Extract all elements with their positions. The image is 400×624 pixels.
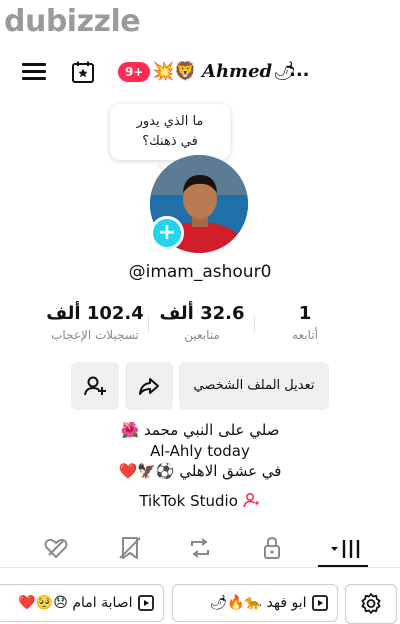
status-bubble[interactable]: ما الذي يدور في ذهنك؟ (110, 104, 230, 160)
add-user-icon (84, 376, 106, 396)
tab-private-icon[interactable] (258, 534, 286, 562)
bio-line: Al-Ahly today (150, 442, 250, 460)
profile-tabs (0, 530, 400, 566)
tiktok-studio-label: TikTok Studio (139, 492, 238, 510)
playlist-chip[interactable]: ابو فهد 🐆🔥🌶 (172, 584, 338, 622)
menu-icon[interactable] (22, 63, 46, 81)
likes-count: 102.4 ألف (46, 303, 144, 324)
tabs-divider (0, 567, 400, 568)
settings-chip[interactable] (345, 584, 397, 624)
tab-reposts-icon[interactable] (186, 534, 214, 562)
notification-badge[interactable]: 9+ (118, 62, 151, 82)
edit-profile-button[interactable]: تعديل الملف الشخصي (179, 362, 329, 410)
followers-stat[interactable]: 32.6 ألف متابعين (147, 302, 257, 344)
playlist-icon (138, 595, 154, 611)
share-icon (139, 378, 159, 395)
gear-icon (361, 593, 381, 614)
tiktok-studio-link[interactable]: TikTok Studio (0, 490, 400, 512)
bio-line: في عشق الاهلي ⚽🦅❤️ (118, 462, 282, 480)
tab-liked-icon[interactable] (42, 534, 70, 562)
tab-videos-grid-icon[interactable] (330, 534, 362, 562)
followers-count: 32.6 ألف (159, 303, 245, 324)
edit-profile-label: تعديل الملف الشخصي (193, 378, 315, 393)
following-label: أتابعه (292, 328, 318, 342)
account-name[interactable]: Ahmed (202, 58, 272, 86)
dubizzle-watermark: dubizzle (4, 4, 141, 39)
status-bubble-text: ما الذي يدور في ذهنك؟ (136, 114, 204, 149)
followers-label: متابعين (184, 328, 220, 342)
playlist-chip-label: ابو فهد 🐆🔥🌶 (209, 595, 307, 611)
tab-favorites-icon[interactable] (116, 534, 144, 562)
following-count: 1 (298, 303, 312, 324)
playlist-chip[interactable]: اصابة امام 😞🥺❤️ (0, 584, 164, 622)
following-stat[interactable]: 1 أتابعه (250, 302, 360, 344)
studio-user-icon (242, 492, 260, 508)
status-emojis: 💥🦁 (152, 61, 197, 82)
likes-label: تسجيلات الإعجاب (51, 328, 139, 342)
add-friend-button[interactable] (71, 362, 119, 410)
profile-handle: @imam_ashour0 (128, 262, 272, 282)
likes-stat[interactable]: 102.4 ألف تسجيلات الإعجاب (40, 302, 150, 344)
playlist-chip-label: اصابة امام 😞🥺❤️ (18, 595, 133, 611)
share-profile-button[interactable] (125, 362, 173, 410)
add-avatar-button[interactable]: + (150, 216, 184, 250)
bio-line: صلي على النبي محمد 🌺 (120, 421, 280, 439)
playlist-icon (312, 595, 328, 611)
calendar-star-icon[interactable] (71, 60, 95, 84)
account-name-ellipsis: ... (289, 60, 310, 81)
